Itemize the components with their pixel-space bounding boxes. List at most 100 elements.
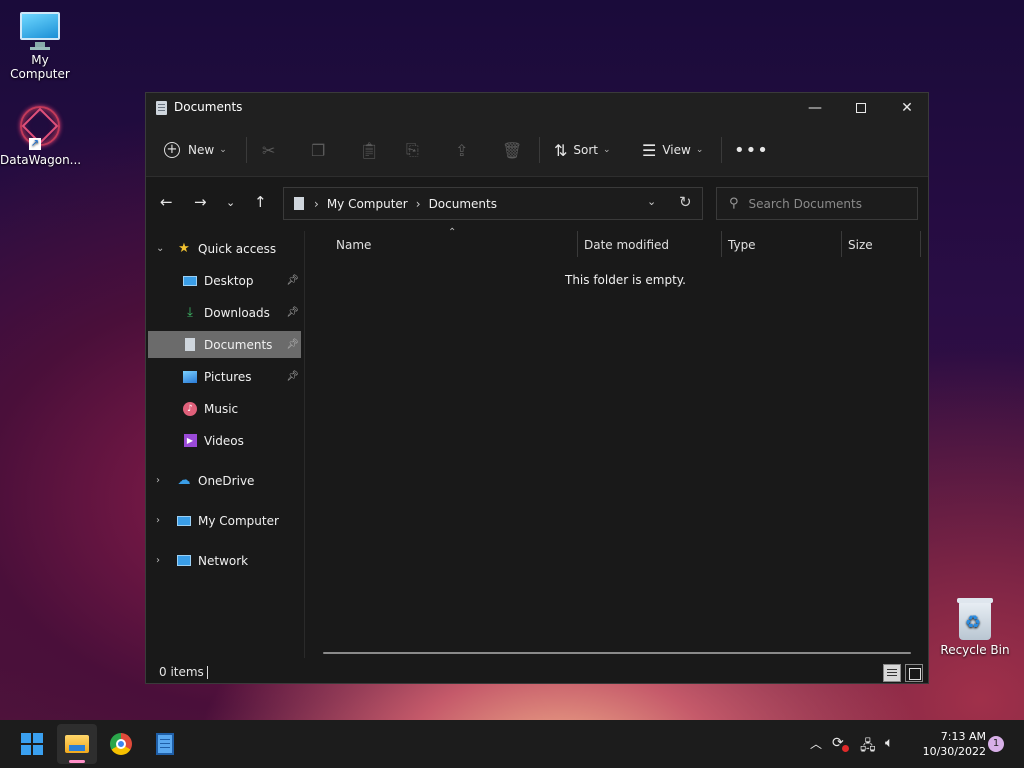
sidebar-item-documents[interactable]: Documents 📌︎ — [148, 331, 301, 358]
maximize-button[interactable] — [838, 93, 884, 123]
sidebar-item-onedrive[interactable]: › ☁ OneDrive — [148, 467, 301, 494]
recent-locations-button[interactable]: ⌄ — [226, 196, 235, 209]
column-header-type[interactable]: Type — [728, 238, 756, 252]
taskbar-chrome[interactable] — [101, 724, 141, 764]
share-icon: ⇪ — [455, 140, 469, 160]
status-divider — [207, 666, 208, 679]
share-button[interactable]: ⇪ — [455, 135, 468, 165]
horizontal-scrollbar[interactable] — [323, 652, 911, 654]
sidebar-item-pictures[interactable]: Pictures 📌︎ — [148, 363, 301, 390]
show-hidden-icons-button[interactable]: ︿ — [810, 735, 822, 752]
rename-button[interactable]: ⎘ — [406, 135, 419, 165]
plus-icon: + — [164, 142, 180, 158]
chevron-down-icon: ⌄ — [226, 196, 236, 209]
chevron-right-icon[interactable]: › — [156, 555, 170, 566]
start-button[interactable] — [12, 724, 52, 764]
command-bar: + New ⌄ ✂ ❐ 📋︎ ⎘ ⇪ 🗑︎ ⇅ Sort ⌄ ☰ View ⌄ … — [146, 123, 928, 177]
download-icon: ⤓ — [187, 305, 193, 320]
large-icons-view-button[interactable] — [905, 664, 923, 682]
taskbar-file-explorer[interactable] — [57, 724, 97, 764]
taskbar-notepad[interactable] — [145, 724, 185, 764]
sidebar-item-music[interactable]: ♪ Music — [148, 395, 301, 422]
pin-icon[interactable]: 📌︎ — [286, 339, 299, 350]
pin-icon[interactable]: 📌︎ — [286, 371, 299, 382]
sidebar-item-desktop[interactable]: Desktop 📌︎ — [148, 267, 301, 294]
paste-button[interactable]: 📋︎ — [359, 135, 379, 165]
column-header-name[interactable]: Name — [336, 238, 371, 252]
chevron-right-icon[interactable]: › — [156, 515, 170, 526]
view-button[interactable]: ☰ View ⌄ — [642, 135, 703, 165]
delete-button[interactable]: 🗑︎ — [502, 135, 522, 165]
new-button[interactable]: + New ⌄ — [164, 135, 227, 165]
arrow-left-icon: ← — [160, 193, 173, 211]
network-icon — [176, 553, 192, 569]
clock[interactable]: 7:13 AM 10/30/2022 — [916, 729, 986, 759]
back-button[interactable]: ← — [160, 193, 173, 211]
desktop-icon-my-computer[interactable]: My Computer — [0, 10, 80, 81]
column-divider[interactable] — [577, 231, 578, 257]
copy-icon: ❐ — [311, 140, 326, 160]
volume-button[interactable]: 🔈︎ — [885, 735, 893, 751]
column-header-size[interactable]: Size — [848, 238, 873, 252]
sidebar-item-quick-access[interactable]: ⌄ ★ Quick access — [148, 235, 301, 262]
more-options-button[interactable]: ••• — [734, 135, 769, 165]
chrome-icon — [110, 733, 132, 755]
sort-button[interactable]: ⇅ Sort ⌄ — [554, 135, 611, 165]
pin-icon[interactable]: 📌︎ — [286, 307, 299, 318]
empty-folder-message: This folder is empty. — [565, 273, 686, 287]
column-divider[interactable] — [841, 231, 842, 257]
copy-button[interactable]: ❐ — [311, 135, 325, 165]
sidebar-item-label: Desktop — [204, 273, 254, 288]
refresh-button[interactable]: ↻ — [679, 193, 692, 211]
desktop-icon-recycle-bin[interactable]: ♻ Recycle Bin — [935, 596, 1015, 657]
title-bar[interactable]: Documents — ✕ — [146, 93, 928, 123]
sync-status-button[interactable]: ⟳ — [832, 735, 849, 752]
breadcrumb-separator-icon[interactable]: › — [416, 197, 421, 211]
close-button[interactable]: ✕ — [884, 93, 930, 123]
up-button[interactable]: ↑ — [254, 193, 267, 211]
column-divider[interactable] — [721, 231, 722, 257]
view-list-icon: ☰ — [642, 140, 657, 160]
clipboard-icon: 📋︎ — [359, 140, 380, 160]
search-box[interactable]: ⚲ — [716, 187, 918, 220]
arrow-up-icon: ↑ — [254, 193, 267, 211]
status-bar: 0 items — [146, 661, 928, 683]
pin-icon[interactable]: 📌︎ — [286, 275, 299, 286]
address-dropdown-button[interactable]: ⌄ — [647, 195, 656, 208]
sidebar-item-label: Pictures — [204, 369, 252, 384]
minimize-button[interactable]: — — [792, 93, 838, 123]
chevron-right-icon[interactable]: › — [156, 475, 170, 486]
sidebar-item-my-computer[interactable]: › My Computer — [148, 507, 301, 534]
chevron-down-icon: ⌄ — [695, 145, 704, 155]
sort-label: Sort — [573, 143, 599, 157]
network-button[interactable]: 🖧︎ — [860, 735, 876, 759]
windows-logo-icon — [21, 733, 43, 755]
notification-badge[interactable]: 1 — [988, 736, 1004, 752]
forward-button[interactable]: → — [194, 193, 207, 211]
file-list: ⌃ Name Date modified Type Size This fold… — [306, 227, 926, 658]
sidebar-item-network[interactable]: › Network — [148, 547, 301, 574]
chevron-down-icon[interactable]: ⌄ — [156, 243, 170, 254]
details-view-button[interactable] — [883, 664, 901, 682]
desktop-icon-datawagon[interactable]: ↗ DataWagon... — [0, 106, 81, 167]
star-icon: ★ — [178, 241, 190, 256]
breadcrumb-my-computer[interactable]: My Computer — [327, 197, 408, 211]
folder-icon — [65, 735, 89, 753]
sidebar-item-videos[interactable]: ▶ Videos — [148, 427, 301, 454]
toolbar-divider — [246, 137, 247, 163]
chevron-up-icon: ︿ — [810, 737, 823, 751]
column-header-date-modified[interactable]: Date modified — [584, 238, 669, 252]
new-label: New — [188, 143, 215, 157]
search-input[interactable] — [748, 196, 909, 211]
breadcrumb-separator-icon: › — [314, 196, 319, 211]
pane-divider[interactable] — [304, 231, 305, 658]
desktop-icon-label: My Computer — [10, 53, 70, 81]
address-bar[interactable]: › My Computer › Documents ⌄ ↻ — [283, 187, 703, 220]
sidebar-item-downloads[interactable]: ⤓ Downloads 📌︎ — [148, 299, 301, 326]
cut-button[interactable]: ✂ — [262, 135, 275, 165]
column-divider[interactable] — [920, 231, 921, 257]
breadcrumb-documents[interactable]: Documents — [429, 197, 497, 211]
chevron-down-icon: ⌄ — [219, 145, 227, 155]
datawagon-app-icon: ↗ — [17, 106, 63, 150]
sidebar-item-label: Videos — [204, 433, 244, 448]
